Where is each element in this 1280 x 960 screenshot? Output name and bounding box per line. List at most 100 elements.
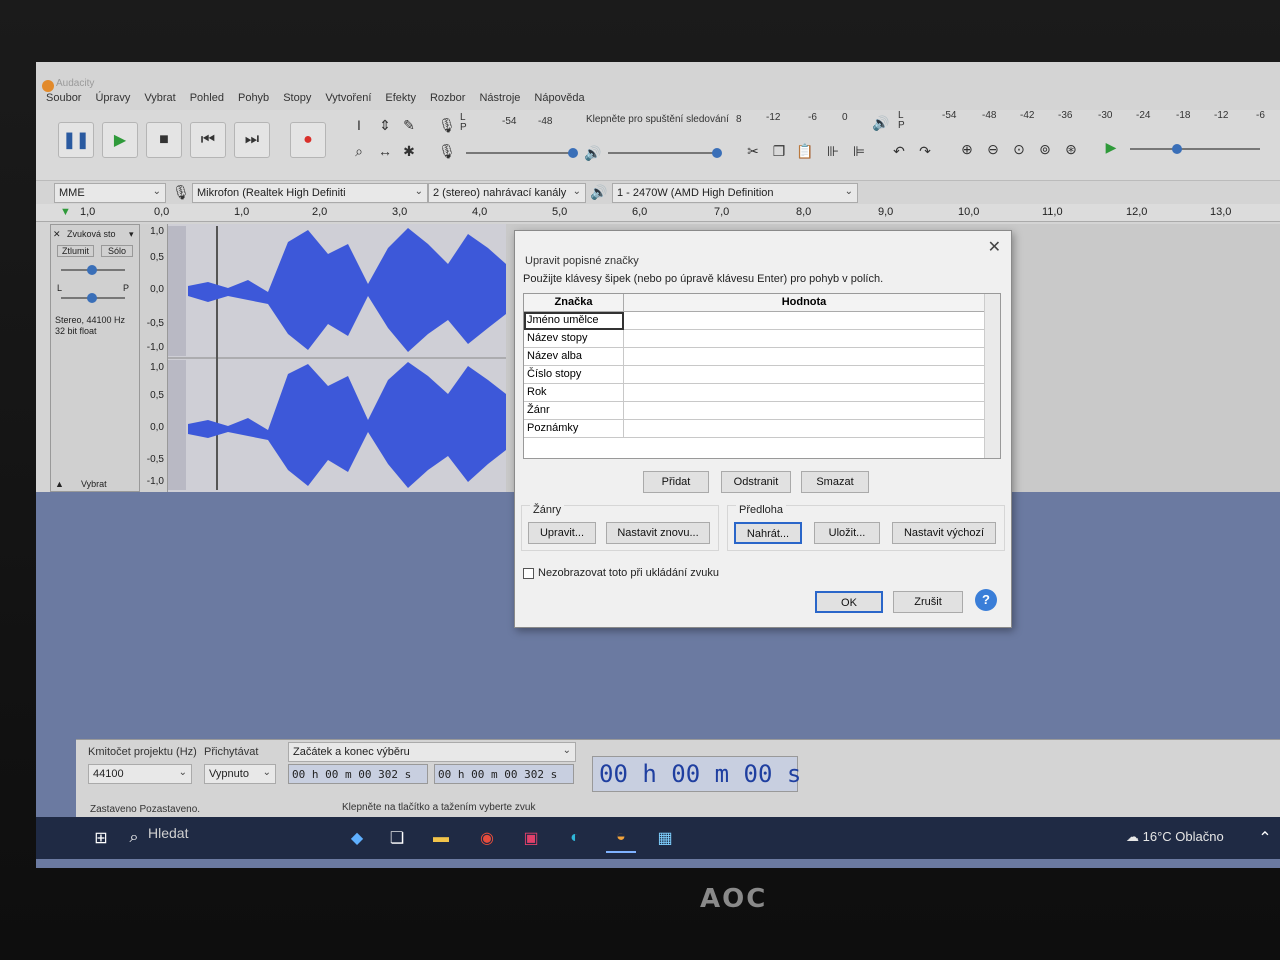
recording-device-select[interactable]: Mikrofon (Realtek High Definiti ⌄ [192,183,428,203]
selection-end-time[interactable]: 00 h 00 m 00 302 s [434,764,574,784]
track-name-menu[interactable]: Zvuková sto [67,229,116,239]
table-row[interactable]: Jméno umělce [524,312,984,330]
pause-button[interactable]: ❚❚ [58,122,94,158]
draw-tool-button[interactable]: ✎ [398,114,420,136]
menu-tracks[interactable]: Stopy [283,92,311,110]
table-row[interactable]: Název stopy [524,330,984,348]
save-template-button[interactable]: Uložit... [814,522,880,544]
play-button[interactable]: ▶ [102,122,138,158]
skip-start-button[interactable]: ⏮ [190,122,226,158]
envelope-tool-button[interactable]: ⇕ [374,114,396,136]
menu-tools[interactable]: Nástroje [479,92,520,110]
fit-project-button[interactable]: ⊚ [1034,138,1056,160]
track-select-button[interactable]: Vybrat [81,479,107,489]
grid-scrollbar[interactable] [984,294,1000,458]
tag-cell[interactable]: Žánr [524,402,624,420]
clear-tags-button[interactable]: Smazat [801,471,869,493]
tray-expand-icon[interactable]: ⌃ [1250,823,1280,853]
menu-effects[interactable]: Efekty [385,92,416,110]
audio-host-select[interactable]: MME ⌄ [54,183,166,203]
menu-help[interactable]: Nápověda [534,92,584,110]
value-cell[interactable] [624,348,984,366]
input-volume-knob[interactable] [568,148,578,158]
project-rate-select[interactable]: 44100 ⌄ [88,764,192,784]
input-volume-slider[interactable] [466,148,578,158]
zoom-in-button[interactable]: ⊕ [956,138,978,160]
weather-widget[interactable]: ☁ 16°C Oblačno [1126,829,1224,845]
pan-slider[interactable] [61,293,125,303]
app-other[interactable]: ▦ [650,823,680,853]
zoom-toggle-button[interactable]: ⊛ [1060,138,1082,160]
value-cell[interactable] [624,402,984,420]
recording-channels-select[interactable]: 2 (stereo) nahrávací kanály ⌄ [428,183,586,203]
value-cell[interactable] [624,420,984,438]
load-template-button[interactable]: Nahrát... [734,522,802,544]
value-cell[interactable] [624,312,984,330]
add-tag-button[interactable]: Přidat [643,471,709,493]
play-speed-knob[interactable] [1172,144,1182,154]
tag-cell[interactable]: Číslo stopy [524,366,624,384]
undo-button[interactable]: ↶ [888,140,910,162]
value-cell[interactable] [624,366,984,384]
output-volume-knob[interactable] [712,148,722,158]
tag-cell[interactable]: Rok [524,384,624,402]
cancel-button[interactable]: Zrušit [893,591,963,613]
cut-button[interactable]: ✂ [742,140,764,162]
menu-view[interactable]: Pohled [190,92,224,110]
table-row[interactable]: Poznámky [524,420,984,438]
record-button[interactable]: ● [290,122,326,158]
menu-generate[interactable]: Vytvoření [325,92,371,110]
search-icon[interactable]: ⌕ [124,823,144,853]
reset-genres-button[interactable]: Nastavit znovu... [606,522,710,544]
ok-button[interactable]: OK [815,591,883,613]
checkbox-box[interactable] [523,567,534,579]
tag-cell[interactable]: Jméno umělce [524,312,624,330]
task-view-button[interactable]: ❏ [382,823,412,853]
record-meter-button[interactable]: 🎙 [436,114,458,136]
timeshift-tool-button[interactable]: ↔ [374,140,396,162]
selection-tool-button[interactable]: I [348,114,370,136]
trim-button[interactable]: ⊪ [822,140,844,162]
taskbar-search[interactable]: Hledat [148,825,188,841]
selection-mode-select[interactable]: Začátek a konec výběru ⌄ [288,742,576,762]
zoom-out-button[interactable]: ⊖ [982,138,1004,160]
menu-file[interactable]: Soubor [46,92,81,110]
play-at-speed-button[interactable]: ▶ [1100,136,1122,158]
value-cell[interactable] [624,384,984,402]
waveform[interactable] [168,224,506,492]
app-red[interactable]: ▣ [516,823,546,853]
menu-select[interactable]: Vybrat [144,92,175,110]
record-meter-hint[interactable]: Klepněte pro spuštění sledování [586,114,729,125]
value-cell[interactable] [624,330,984,348]
table-row[interactable]: Žánr [524,402,984,420]
help-icon[interactable]: ? [975,589,997,611]
table-row[interactable]: Rok [524,384,984,402]
audio-position-time[interactable]: 00 h 00 m 00 s [592,756,801,792]
start-button[interactable]: ⊞ [86,823,116,853]
snap-select[interactable]: Vypnuto ⌄ [204,764,276,784]
play-speed-slider[interactable] [1130,144,1260,154]
menu-edit[interactable]: Úpravy [95,92,130,110]
solo-button[interactable]: Sólo [101,245,134,257]
selection-start-time[interactable]: 00 h 00 m 00 302 s [288,764,428,784]
edit-genres-button[interactable]: Upravit... [528,522,596,544]
timeline-ruler[interactable]: ▼ 1,0 0,0 1,0 2,0 3,0 4,0 5,0 6,0 7,0 8,… [36,204,1280,222]
file-explorer-app[interactable]: ▬ [426,823,456,853]
playback-device-select[interactable]: 1 - 2470W (AMD High Definition ⌄ [612,183,858,203]
table-row[interactable]: Název alba [524,348,984,366]
multi-tool-button[interactable]: ✱ [398,140,420,162]
edge-legacy-app[interactable]: ◆ [342,823,372,853]
mute-button[interactable]: Ztlumit [57,245,94,257]
table-row[interactable]: Číslo stopy [524,366,984,384]
track-close-icon[interactable]: ✕ [53,229,61,240]
remove-tag-button[interactable]: Odstranit [721,471,791,493]
menu-analyze[interactable]: Rozbor [430,92,465,110]
output-volume-slider[interactable] [608,148,722,158]
play-meter-button[interactable]: 🔊 [870,112,892,134]
redo-button[interactable]: ↷ [914,140,936,162]
gain-knob[interactable] [87,265,97,275]
edge-app[interactable]: ◐ [560,823,590,853]
silence-button[interactable]: ⊫ [848,140,870,162]
gain-slider[interactable] [61,265,125,275]
dont-show-checkbox[interactable]: Nezobrazovat toto při ukládání zvuku [523,567,719,579]
